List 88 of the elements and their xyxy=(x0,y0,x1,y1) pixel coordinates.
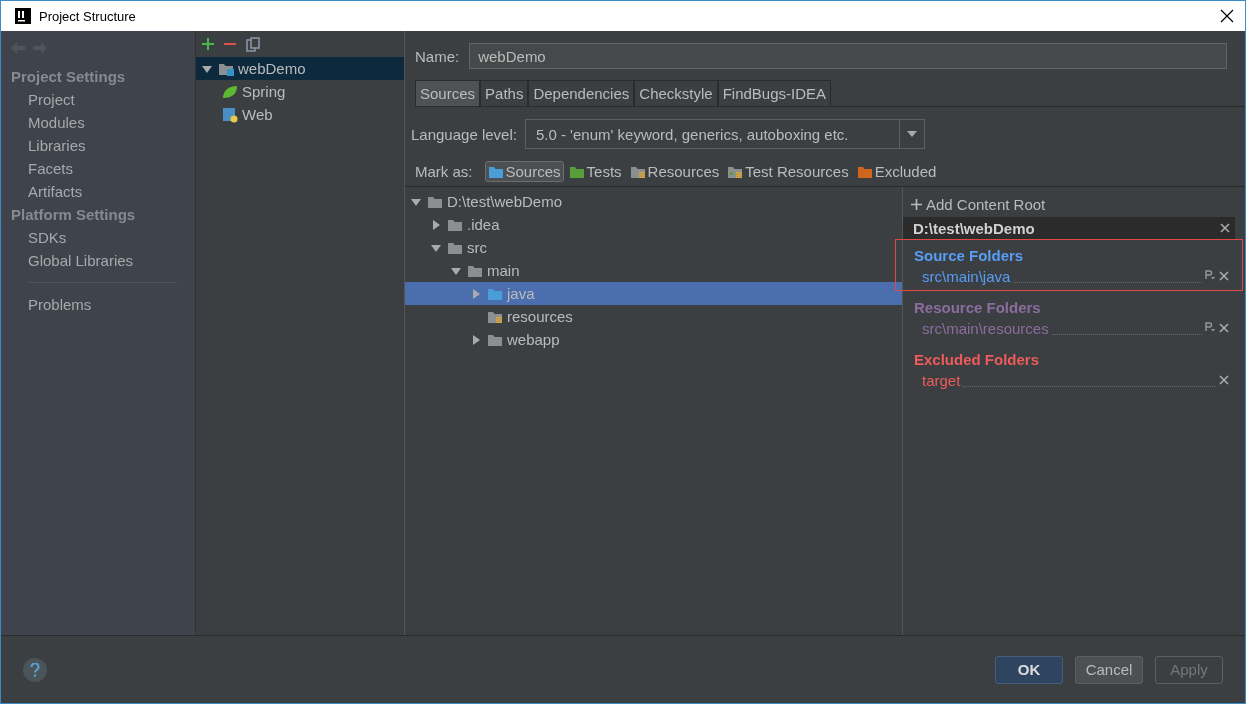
sidebar-item[interactable]: Artifacts xyxy=(11,180,195,203)
tab[interactable]: Sources xyxy=(415,80,481,106)
folder-icon xyxy=(856,164,873,179)
folder-icon xyxy=(467,263,483,278)
mark-as-button[interactable]: Excluded xyxy=(853,161,940,182)
language-level-label: Language level: xyxy=(411,125,517,143)
language-level-dropdown[interactable]: 5.0 - 'enum' keyword, generics, autoboxing etc. xyxy=(524,119,925,149)
leaf-icon xyxy=(222,84,238,99)
folder-icon xyxy=(427,194,443,209)
dialog-button[interactable]: OK xyxy=(995,655,1063,684)
sidebar-item[interactable]: Project xyxy=(11,88,195,111)
sidebar-item[interactable]: Facets xyxy=(11,157,195,180)
folder-path[interactable]: src\main\java xyxy=(922,267,1011,285)
expand-arrow-icon[interactable] xyxy=(471,334,481,345)
mark-as-label: Mark as: xyxy=(415,163,473,180)
folder-icon xyxy=(727,164,744,179)
sidebar-item[interactable]: Global Libraries xyxy=(11,249,195,272)
web-module-icon xyxy=(222,106,238,123)
mark-as-button[interactable]: Tests xyxy=(565,161,625,182)
folder-name: src xyxy=(467,239,487,256)
folder-group-title: Excluded Folders xyxy=(914,350,1041,370)
folder-name: D:\test\webDemo xyxy=(447,193,563,210)
tab[interactable]: Paths xyxy=(480,80,529,106)
tree-row[interactable]: webapp xyxy=(405,328,902,351)
sidebar-item[interactable]: Modules xyxy=(11,111,195,134)
folder-icon xyxy=(447,217,463,232)
tree-row[interactable]: main xyxy=(405,259,902,282)
folder-name: java xyxy=(507,285,535,302)
dialog-button[interactable]: Cancel xyxy=(1075,655,1143,684)
tree-row[interactable]: D:\test\webDemo xyxy=(405,190,902,213)
sidebar-item[interactable]: Problems xyxy=(11,293,195,316)
folder-path[interactable]: target xyxy=(922,371,961,389)
mark-as-button[interactable]: Test Resources xyxy=(724,161,852,182)
close-icon[interactable] xyxy=(1218,270,1230,282)
properties-button[interactable] xyxy=(1205,322,1215,334)
help-button[interactable] xyxy=(23,657,47,682)
tree-row[interactable]: src xyxy=(405,236,902,259)
expand-arrow-icon[interactable] xyxy=(431,219,441,230)
tab[interactable]: Dependencies xyxy=(528,80,635,106)
module-name: Web xyxy=(242,106,273,123)
folder-icon xyxy=(487,309,503,324)
folder-group-title: Resource Folders xyxy=(914,298,1042,318)
module-name: Spring xyxy=(242,83,286,100)
module-name: webDemo xyxy=(238,60,306,77)
name-label: Name: xyxy=(415,47,460,65)
copy-icon[interactable] xyxy=(246,36,260,52)
close-icon[interactable] xyxy=(1219,222,1231,234)
folder-icon xyxy=(487,332,503,347)
tab[interactable]: FindBugs-IDEA xyxy=(717,80,832,106)
sidebar-item[interactable]: SDKs xyxy=(11,226,195,249)
folder-name: webapp xyxy=(507,331,560,348)
close-icon[interactable] xyxy=(1218,322,1230,334)
folder-name: resources xyxy=(507,308,573,325)
mark-as-button[interactable]: Resources xyxy=(626,161,723,182)
properties-button[interactable] xyxy=(1205,270,1215,282)
collapse-arrow-icon[interactable] xyxy=(451,265,461,276)
tree-row[interactable]: .idea xyxy=(405,213,902,236)
folder-group-title: Source Folders xyxy=(914,246,1025,266)
tab[interactable]: Checkstyle xyxy=(634,80,718,106)
folder-icon xyxy=(629,164,646,179)
question-mark-icon xyxy=(30,662,40,677)
section-heading: Platform Settings xyxy=(11,205,137,225)
module-row[interactable]: Spring xyxy=(196,80,404,103)
mark-as-button[interactable]: Sources xyxy=(484,161,564,182)
collapse-arrow-icon[interactable] xyxy=(431,242,441,253)
folder-name: main xyxy=(487,262,520,279)
sidebar-item[interactable]: Libraries xyxy=(11,134,195,157)
close-icon[interactable] xyxy=(1218,374,1230,386)
plus-icon xyxy=(911,198,922,210)
name-field[interactable]: webDemo xyxy=(469,43,1227,69)
folder-icon xyxy=(487,164,504,179)
folder-name: .idea xyxy=(467,216,500,233)
folder-icon xyxy=(447,240,463,255)
add-icon[interactable] xyxy=(202,38,214,50)
content-root-path: D:\test\webDemo xyxy=(913,219,1036,237)
dropdown-arrow-icon xyxy=(906,130,917,138)
collapse-arrow-icon[interactable] xyxy=(202,63,212,74)
tree-row[interactable]: resources xyxy=(405,305,902,328)
folder-icon xyxy=(218,61,234,76)
add-content-root-button[interactable]: Add Content Root xyxy=(903,193,1054,215)
folder-icon xyxy=(487,286,503,301)
app-logo-icon xyxy=(15,8,31,24)
folder-icon xyxy=(568,164,585,179)
module-row[interactable]: Web xyxy=(196,103,404,126)
collapse-arrow-icon[interactable] xyxy=(411,196,421,207)
section-heading: Project Settings xyxy=(11,67,127,87)
window-title: Project Structure xyxy=(39,8,137,24)
module-row[interactable]: webDemo xyxy=(196,57,404,80)
